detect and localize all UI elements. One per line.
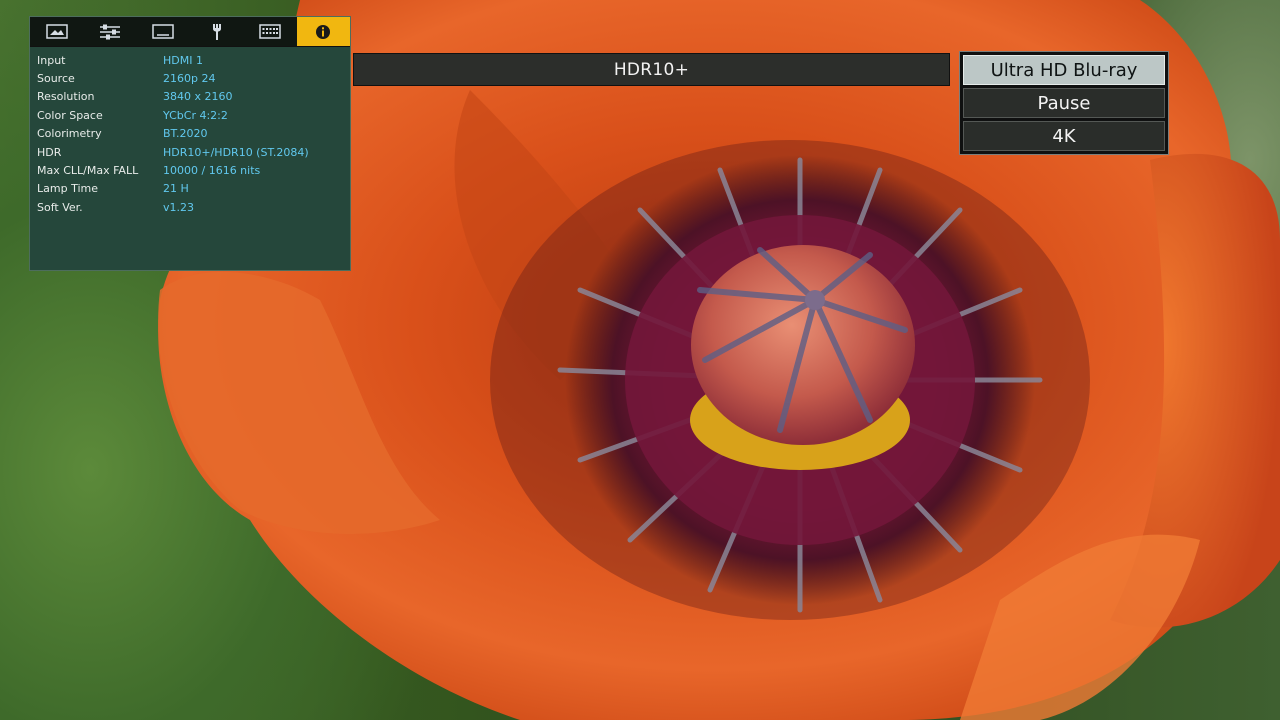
info-icon	[316, 24, 331, 39]
info-row-lamp-time: Lamp Time 21 H	[30, 180, 350, 198]
status-text: 4K	[1052, 125, 1076, 147]
info-value: YCbCr 4:2:2	[163, 108, 228, 122]
info-label: Resolution	[37, 90, 95, 104]
source-status-box: Ultra HD Blu-ray Pause 4K	[959, 51, 1169, 155]
status-source-type: Ultra HD Blu-ray	[963, 55, 1165, 85]
info-label: Color Space	[37, 108, 103, 122]
info-row-colorimetry: Colorimetry BT.2020	[30, 125, 350, 143]
info-label: Input	[37, 53, 66, 67]
info-value: HDMI 1	[163, 53, 203, 67]
hdr-status-text: HDR10+	[613, 59, 690, 80]
info-value: 2160p 24	[163, 72, 216, 86]
info-row-input: Input HDMI 1	[30, 51, 350, 69]
info-value: BT.2020	[163, 127, 208, 141]
info-row-source: Source 2160p 24	[30, 69, 350, 87]
info-menu-panel: Input HDMI 1 Source 2160p 24 Resolution …	[29, 16, 351, 271]
info-label: HDR	[37, 145, 62, 159]
info-rows: Input HDMI 1 Source 2160p 24 Resolution …	[30, 47, 350, 217]
status-resolution: 4K	[963, 121, 1165, 151]
info-row-color-space: Color Space YCbCr 4:2:2	[30, 106, 350, 124]
info-label: Source	[37, 72, 75, 86]
picture-icon	[45, 24, 68, 39]
tab-setup[interactable]	[190, 17, 243, 46]
status-text: Ultra HD Blu-ray	[990, 59, 1138, 81]
tab-information[interactable]	[296, 17, 350, 46]
info-row-hdr: HDR HDR10+/HDR10 (ST.2084)	[30, 143, 350, 161]
info-value: 10000 / 1616 nits	[163, 164, 261, 178]
status-playback-state: Pause	[963, 88, 1165, 118]
tab-screen[interactable]	[137, 17, 190, 46]
screen-icon	[152, 24, 175, 39]
info-row-soft-ver: Soft Ver. v1.23	[30, 198, 350, 216]
tab-keypad[interactable]	[243, 17, 296, 46]
info-label: Lamp Time	[37, 182, 98, 196]
tab-picture[interactable]	[30, 17, 83, 46]
info-value: v1.23	[163, 200, 195, 214]
info-label: Max CLL/Max FALL	[37, 164, 139, 178]
info-value: 21 H	[163, 182, 189, 196]
tab-adjust[interactable]	[83, 17, 136, 46]
keyboard-icon	[259, 24, 281, 39]
sliders-icon	[99, 24, 120, 39]
hdr-status-bar: HDR10+	[353, 53, 950, 86]
menu-tab-bar	[30, 17, 350, 47]
info-row-max-cll: Max CLL/Max FALL 10000 / 1616 nits	[30, 161, 350, 179]
info-label: Colorimetry	[37, 127, 102, 141]
status-text: Pause	[1037, 92, 1091, 114]
info-row-resolution: Resolution 3840 x 2160	[30, 88, 350, 106]
info-label: Soft Ver.	[37, 200, 83, 214]
wrench-icon	[212, 23, 221, 40]
info-value: HDR10+/HDR10 (ST.2084)	[163, 145, 309, 159]
info-value: 3840 x 2160	[163, 90, 233, 104]
